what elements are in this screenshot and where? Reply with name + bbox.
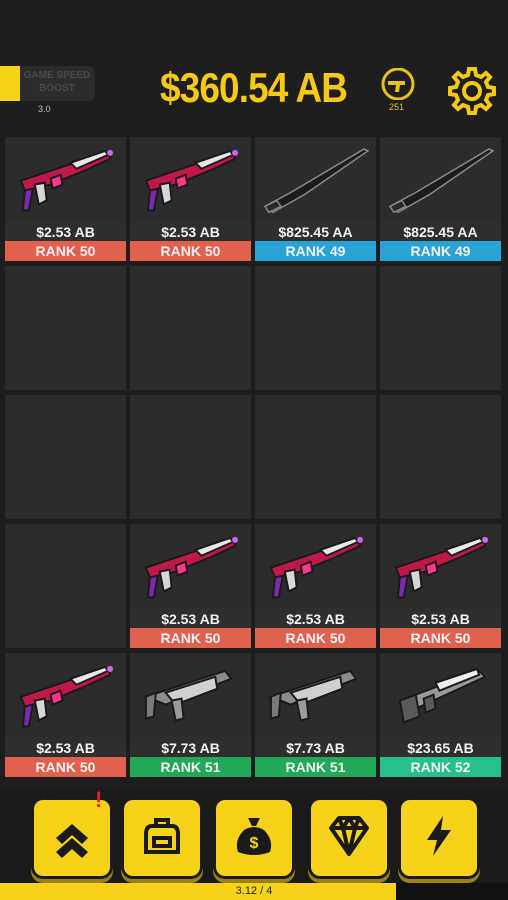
knife-icon[interactable]	[386, 141, 495, 219]
empty-slot[interactable]	[255, 395, 376, 519]
vector-gray-icon[interactable]	[261, 657, 370, 735]
weapon-rank: RANK 49	[255, 241, 376, 261]
weapon-slot[interactable]: $7.73 AB RANK 51	[255, 653, 376, 777]
empty-slot[interactable]	[130, 395, 251, 519]
weapon-price: $7.73 AB	[255, 737, 376, 757]
gear-icon[interactable]	[447, 66, 497, 116]
weapon-price: $2.53 AB	[5, 737, 126, 757]
weapon-rank: RANK 50	[255, 628, 376, 648]
weapon-slot[interactable]: $2.53 AB RANK 50	[5, 137, 126, 261]
smg-pink-icon[interactable]	[11, 657, 120, 735]
weapon-slot[interactable]: $2.53 AB RANK 50	[130, 524, 251, 648]
shotgun-gray-icon[interactable]	[386, 657, 495, 735]
diamond-icon	[325, 812, 373, 865]
boost-button[interactable]	[398, 797, 480, 879]
top-bar: GAME SPEED BOOST 3.0 $360.54 AB 251	[0, 0, 508, 132]
weapon-rank: RANK 50	[130, 241, 251, 261]
knife-icon[interactable]	[261, 141, 370, 219]
weapon-slot[interactable]: $2.53 AB RANK 50	[130, 137, 251, 261]
level-progress-text: 3.12 / 4	[235, 885, 273, 897]
weapon-price: $2.53 AB	[130, 608, 251, 628]
level-progress-bar: 3.12 / 4	[0, 883, 508, 900]
gems-button[interactable]	[308, 797, 390, 879]
weapon-rank: RANK 49	[380, 241, 501, 261]
svg-text:$: $	[250, 835, 259, 852]
weapon-slot[interactable]: $825.45 AA RANK 49	[380, 137, 501, 261]
smg-pink-icon[interactable]	[261, 528, 370, 606]
weapon-price: $2.53 AB	[130, 221, 251, 241]
weapon-rank: RANK 51	[255, 757, 376, 777]
shop-button[interactable]: $	[213, 797, 295, 879]
weapon-slot[interactable]: $2.53 AB RANK 50	[5, 653, 126, 777]
empty-slot[interactable]	[5, 395, 126, 519]
lightning-icon	[415, 812, 463, 865]
double-chevron-up-icon	[48, 812, 96, 865]
weapon-rank: RANK 52	[380, 757, 501, 777]
money-bag-icon: $	[230, 812, 278, 865]
weapon-price: $825.45 AA	[380, 221, 501, 241]
game-speed-boost-button[interactable]: GAME SPEED BOOST	[0, 66, 95, 101]
weapon-slot[interactable]: $7.73 AB RANK 51	[130, 653, 251, 777]
money-balance: $360.54 AB	[160, 64, 348, 111]
empty-slot[interactable]	[130, 266, 251, 390]
backpack-button[interactable]	[121, 797, 203, 879]
weapon-slot[interactable]: $23.65 AB RANK 52	[380, 653, 501, 777]
weapon-price: $825.45 AA	[255, 221, 376, 241]
weapon-price: $2.53 AB	[5, 221, 126, 241]
weapon-rank: RANK 50	[5, 241, 126, 261]
weapon-rank: RANK 50	[5, 757, 126, 777]
upgrade-alert-badge: !	[95, 787, 103, 812]
vector-gray-icon[interactable]	[136, 657, 245, 735]
weapon-price: $2.53 AB	[380, 608, 501, 628]
weapon-price: $2.53 AB	[255, 608, 376, 628]
smg-pink-icon[interactable]	[136, 528, 245, 606]
weapon-price: $7.73 AB	[130, 737, 251, 757]
empty-slot[interactable]	[5, 266, 126, 390]
smg-pink-icon[interactable]	[136, 141, 245, 219]
backpack-icon	[138, 812, 186, 865]
boost-meter-fill	[0, 66, 20, 101]
empty-slot[interactable]	[380, 266, 501, 390]
smg-pink-icon[interactable]	[386, 528, 495, 606]
weapon-slot[interactable]: $2.53 AB RANK 50	[255, 524, 376, 648]
gun-coin-icon[interactable]	[381, 68, 415, 100]
weapon-rank: RANK 50	[380, 628, 501, 648]
weapon-slot[interactable]: $825.45 AA RANK 49	[255, 137, 376, 261]
weapon-price: $23.65 AB	[380, 737, 501, 757]
weapon-rank: RANK 51	[130, 757, 251, 777]
boost-value: 3.0	[38, 104, 51, 114]
weapon-rank: RANK 50	[130, 628, 251, 648]
weapon-slot[interactable]: $2.53 AB RANK 50	[380, 524, 501, 648]
empty-slot[interactable]	[5, 524, 126, 648]
empty-slot[interactable]	[380, 395, 501, 519]
smg-pink-icon[interactable]	[11, 141, 120, 219]
boost-label: GAME SPEED BOOST	[23, 70, 91, 94]
gun-coin-count: 251	[389, 102, 405, 112]
empty-slot[interactable]	[255, 266, 376, 390]
